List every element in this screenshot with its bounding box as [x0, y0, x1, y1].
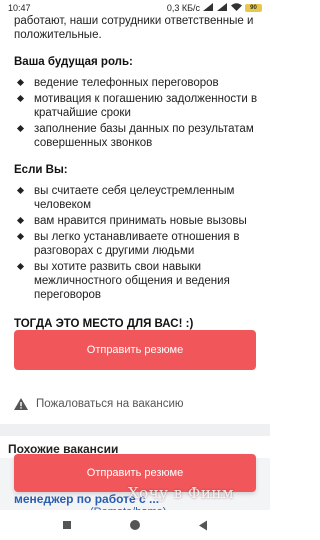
list-item: вы легко устанавливаете отношения в разг…: [18, 230, 258, 258]
warning-icon: [14, 398, 28, 410]
cta-text: ТОГДА ЭТО МЕСТО ДЛЯ ВАС! :): [14, 318, 194, 330]
status-time: 10:47: [8, 3, 31, 13]
role-section-title: Ваша будущая роль:: [14, 56, 133, 68]
signal-icon: [217, 3, 228, 13]
complain-label: Пожаловаться на вакансию: [36, 398, 184, 410]
if-list: вы считаете себя целеустремленным челове…: [0, 184, 270, 302]
vacancy-description: работают, наши сотрудники ответственные …: [0, 14, 270, 330]
list-item: вы хотите развить свои навыки межличност…: [18, 260, 258, 302]
intro-text: работают, наши сотрудники ответственные …: [14, 15, 254, 41]
send-resume-button[interactable]: Отправить резюме: [14, 330, 256, 370]
if-section-title: Если Вы:: [14, 164, 68, 176]
role-list: ведение телефонных переговоров мотивация…: [0, 76, 270, 150]
section-divider: [0, 424, 270, 436]
list-item: заполнение базы данных по результатам со…: [18, 122, 258, 150]
wifi-icon: [231, 3, 242, 13]
list-item: мотивация к погашению задолженности в кр…: [18, 92, 258, 120]
list-item: ведение телефонных переговоров: [18, 76, 258, 90]
status-icons: 0,3 КБ/с 90: [167, 3, 262, 13]
list-item: вы считаете себя целеустремленным челове…: [18, 184, 258, 212]
battery-icon: 90: [245, 4, 262, 12]
list-item: вам нравится принимать новые вызовы: [18, 214, 258, 228]
nav-circle-icon[interactable]: [126, 516, 144, 534]
nav-square-icon[interactable]: [58, 516, 76, 534]
signal-icon: [203, 3, 214, 13]
nav-back-icon[interactable]: [194, 516, 212, 534]
navigation-bar: [0, 510, 270, 540]
watermark: Хочу в Финм: [128, 484, 235, 502]
network-speed: 0,3 КБ/с: [166, 3, 200, 13]
complain-link[interactable]: Пожаловаться на вакансию: [14, 398, 184, 410]
